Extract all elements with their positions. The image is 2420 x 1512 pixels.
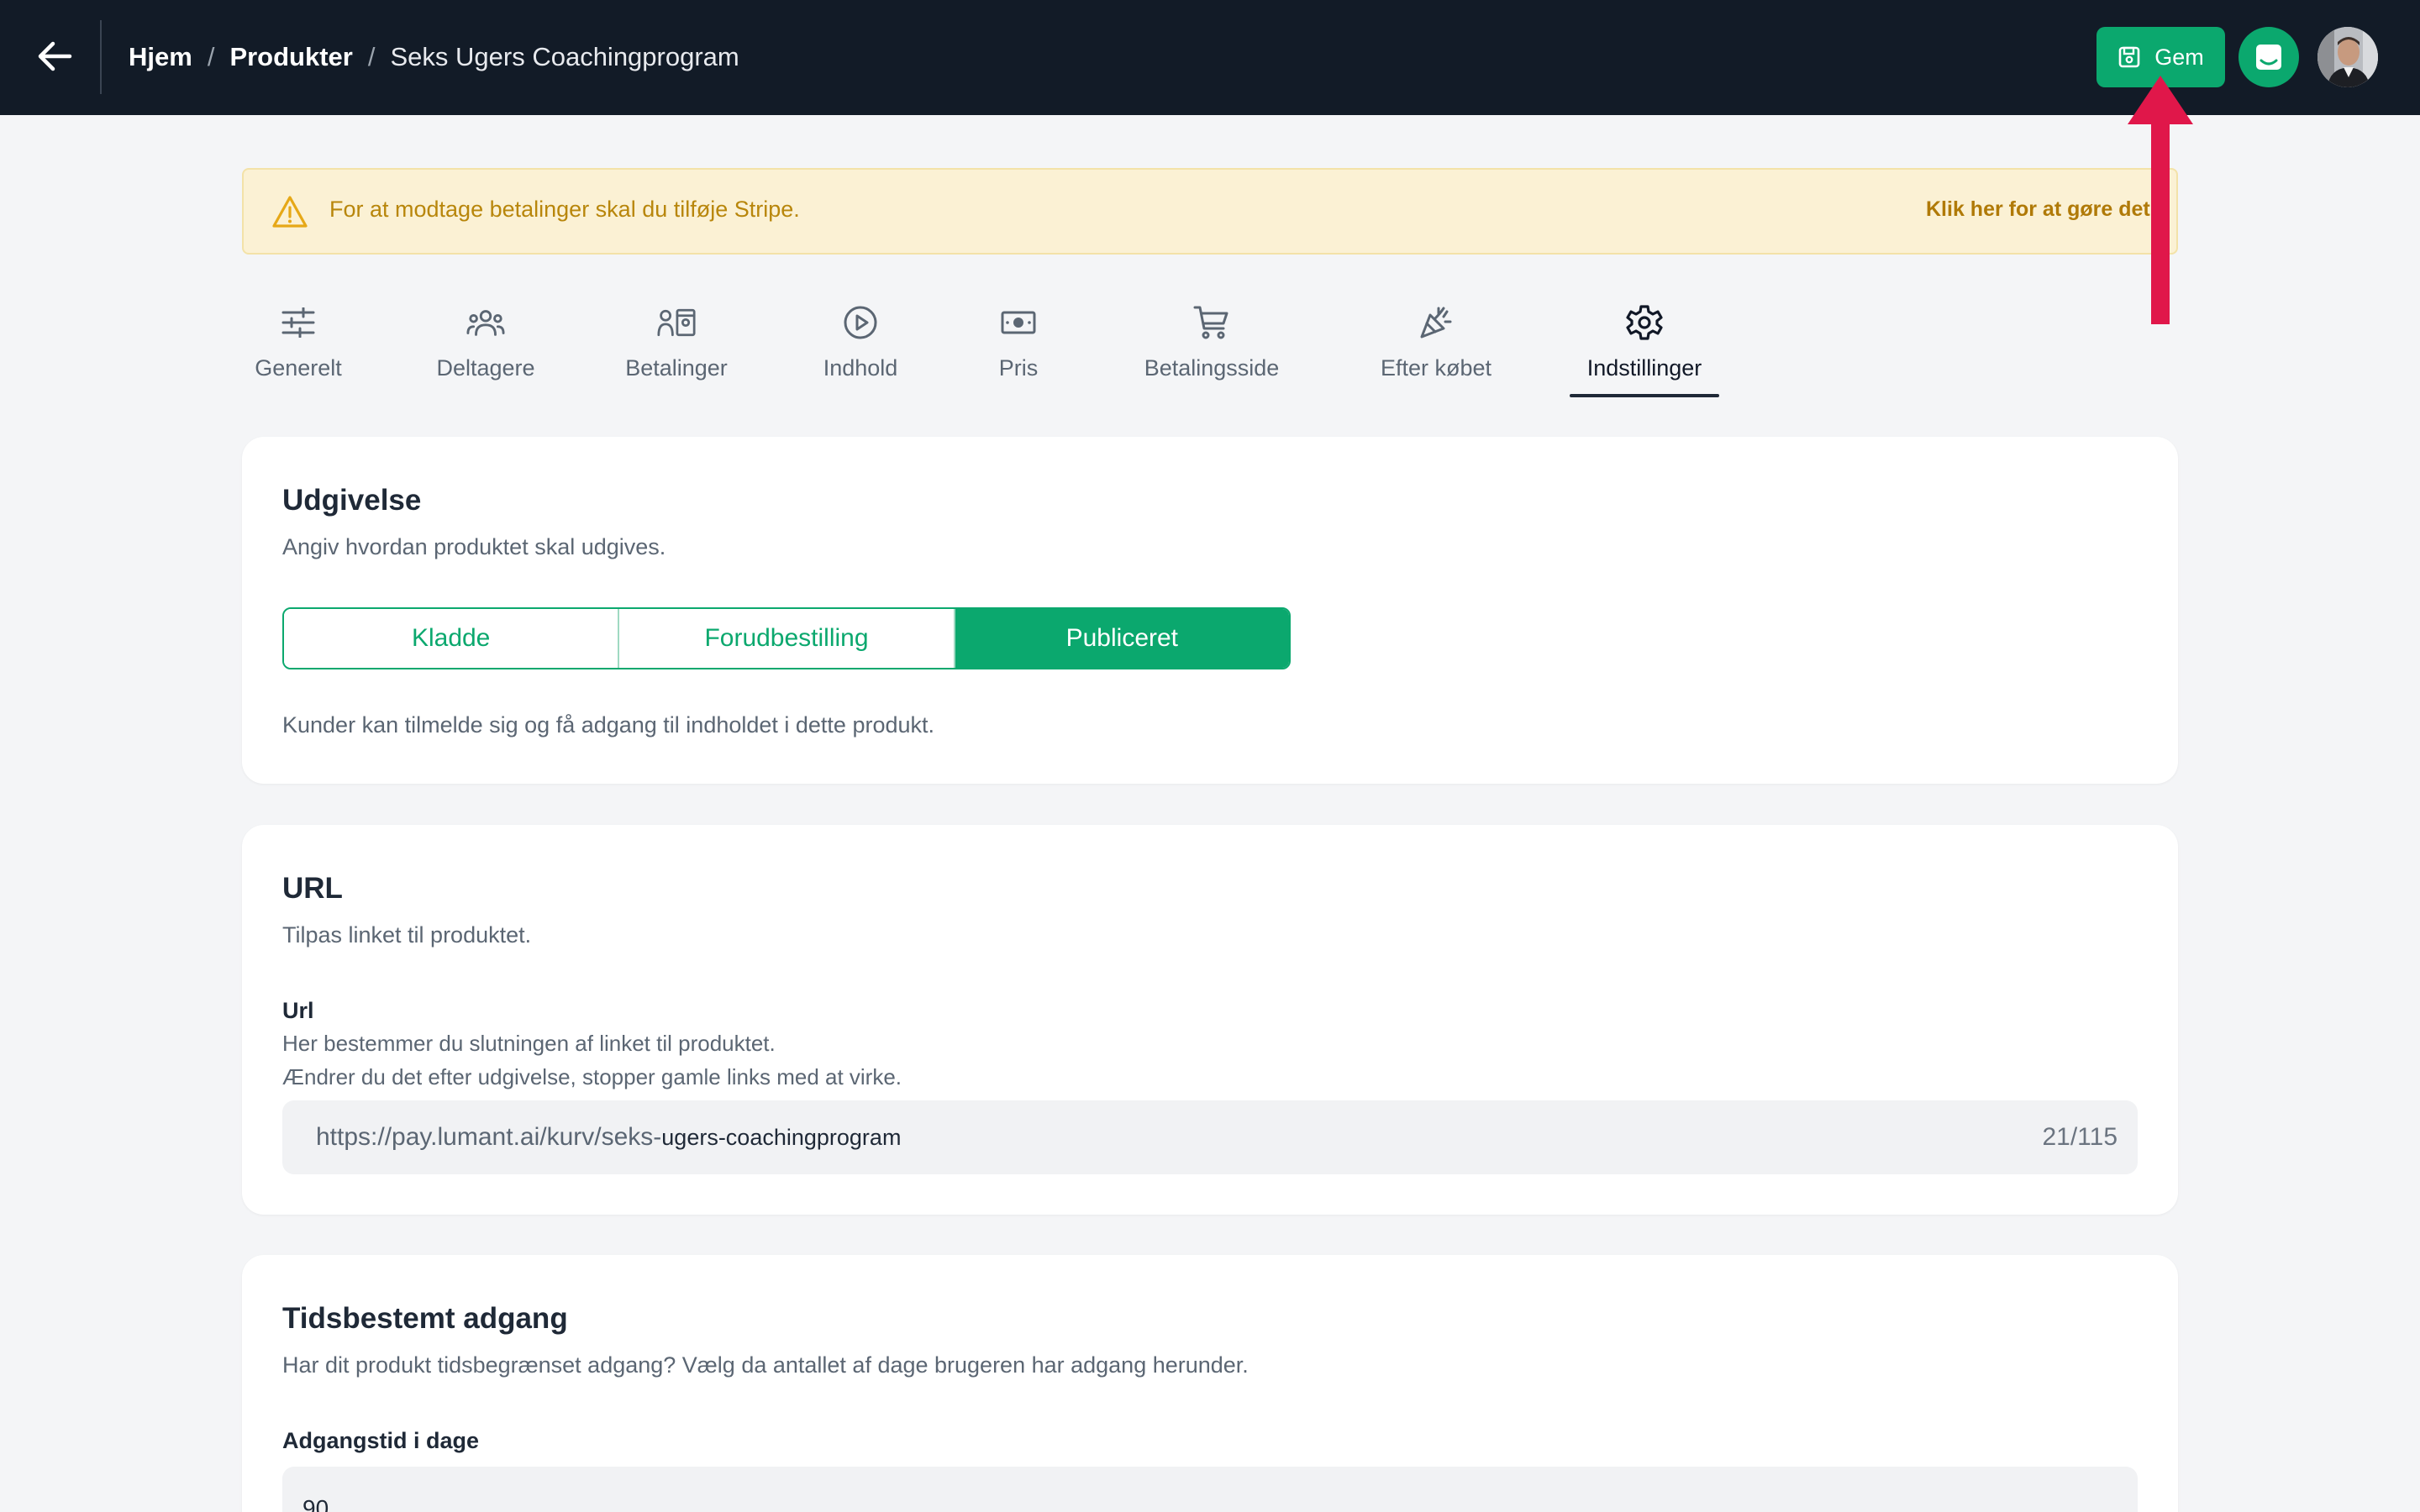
warning-triangle-icon [272, 196, 308, 228]
save-button-label: Gem [2154, 44, 2204, 70]
tab-indstillinger[interactable]: Indstillinger [1570, 298, 1719, 397]
card-title: Udgivelse [282, 484, 422, 517]
breadcrumb-home[interactable]: Hjem [129, 42, 192, 72]
party-popper-icon [1417, 303, 1455, 342]
tab-label: Pris [998, 355, 1039, 381]
cart-icon [1192, 303, 1231, 342]
alert-message: For at modtage betalinger skal du tilføj… [329, 197, 800, 222]
chat-button[interactable] [2238, 27, 2299, 87]
character-counter: 21/115 [2042, 1123, 2118, 1151]
banknote-icon [999, 303, 1038, 342]
user-photo [2317, 27, 2378, 87]
url-field-label: Url [282, 998, 314, 1023]
stripe-warning-alert: For at modtage betalinger skal du tilføj… [242, 168, 2178, 255]
users-icon [466, 303, 505, 342]
url-field-help-2: Ændrer du det efter udgivelse, stopper g… [282, 1064, 902, 1089]
tab-label: Efter købet [1380, 355, 1492, 381]
top-bar: Hjem / Produkter / Seks Ugers Coachingpr… [0, 0, 2420, 115]
card-description: Har dit produkt tidsbegrænset adgang? Væ… [282, 1352, 1249, 1378]
tab-pris[interactable]: Pris [993, 298, 1044, 397]
status-option-forudbestilling[interactable]: Forudbestilling [619, 609, 955, 668]
breadcrumb-current: Seks Ugers Coachingprogram [390, 42, 739, 71]
publishing-card: Udgivelse Angiv hvordan produktet skal u… [242, 437, 2178, 784]
tab-label: Deltagere [436, 355, 535, 381]
url-slug-input[interactable]: https://pay.lumant.ai/kurv/seks- ugers-c… [282, 1100, 2138, 1174]
arrow-left-icon [38, 41, 72, 71]
tab-deltagere[interactable]: Deltagere [429, 298, 543, 397]
user-payments-icon [657, 303, 696, 342]
tab-betalingsside[interactable]: Betalingsside [1140, 298, 1283, 397]
alert-action-link[interactable]: Klik her for at gøre det [1926, 197, 2150, 222]
status-option-kladde[interactable]: Kladde [284, 609, 620, 668]
play-circle-icon [841, 303, 880, 342]
breadcrumb: Hjem / Produkter / Seks Ugers Coachingpr… [129, 37, 739, 77]
tab-label: Betalinger [625, 355, 728, 381]
url-prefix: https://pay.lumant.ai/kurv/seks- [316, 1123, 662, 1151]
card-description: Tilpas linket til produktet. [282, 922, 532, 948]
tab-generelt[interactable]: Generelt [242, 298, 355, 397]
avatar[interactable] [2317, 27, 2378, 87]
annotation-arrow-icon [2128, 76, 2193, 324]
url-card: URL Tilpas linket til produktet. Url Her… [242, 825, 2178, 1215]
topbar-divider [100, 20, 102, 94]
breadcrumb-separator: / [207, 42, 215, 71]
breadcrumb-products[interactable]: Produkter [229, 42, 352, 72]
sliders-icon [279, 303, 318, 342]
floppy-disk-icon [2118, 46, 2140, 68]
timed-access-card: Tidsbestemt adgang Har dit produkt tidsb… [242, 1255, 2178, 1512]
back-button[interactable] [25, 27, 84, 86]
status-note: Kunder kan tilmelde sig og få adgang til… [282, 712, 935, 738]
access-days-value: 90 [302, 1495, 329, 1512]
card-title: Tidsbestemt adgang [282, 1302, 568, 1335]
tab-label: Indstillinger [1586, 355, 1702, 381]
url-slug-value: ugers-coachingprogram [661, 1124, 902, 1150]
breadcrumb-separator: / [367, 42, 376, 71]
publish-status-selector: Kladde Forudbestilling Publiceret [282, 607, 1291, 669]
access-days-input[interactable]: 90 [282, 1467, 2138, 1512]
tab-label: Generelt [255, 355, 342, 381]
inbox-icon [2256, 45, 2281, 70]
gear-icon [1625, 303, 1664, 342]
card-title: URL [282, 872, 343, 905]
access-days-label: Adgangstid i dage [282, 1428, 480, 1453]
card-description: Angiv hvordan produktet skal udgives. [282, 534, 666, 559]
tab-label: Betalingsside [1144, 355, 1280, 381]
product-tabs: Generelt Deltagere Betalinger Indhold Pr… [242, 298, 2178, 399]
tab-label: Indhold [823, 355, 898, 381]
url-field-help-1: Her bestemmer du slutningen af linket ti… [282, 1031, 776, 1056]
tab-indhold[interactable]: Indhold [818, 298, 902, 397]
tab-efter-kobet[interactable]: Efter købet [1375, 298, 1497, 397]
tab-betalinger[interactable]: Betalinger [618, 298, 734, 397]
status-option-publiceret[interactable]: Publiceret [955, 609, 1289, 668]
